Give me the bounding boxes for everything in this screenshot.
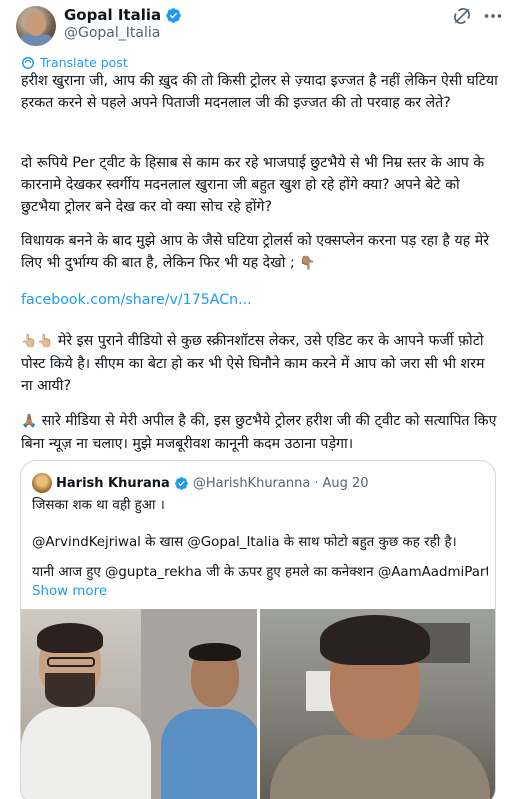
post-paragraph-5-text: मेरे इस पुराने वीडियो से कुछ स्क्रीनशॉटस… [21, 333, 485, 394]
facebook-link[interactable]: facebook.com/share/v/175ACn... [21, 292, 252, 308]
quoted-post-date[interactable]: Aug 20 [322, 476, 368, 491]
post-paragraph-6-text: सारे मीडिया से मेरी अपील है की, इस छुटभै… [21, 413, 497, 452]
translate-label: Translate post [40, 55, 128, 70]
quoted-text-line-2: @ArvindKejriwal के खास @Gopal_Italia के … [32, 535, 457, 550]
post-paragraph-5: 👆🏼👆🏼 मेरे इस पुराने वीडियो से कुछ स्क्री… [21, 330, 499, 397]
quoted-post-header: Harish Khurana @HarishKhuranna · Aug 20 [32, 473, 369, 493]
author-avatar[interactable] [16, 6, 56, 46]
show-more-link[interactable]: Show more [32, 584, 107, 599]
quoted-text-line-1: जिसका शक था वही हुआ । [32, 498, 165, 513]
quoted-photo-left[interactable] [21, 609, 257, 799]
translate-icon [22, 56, 34, 69]
translate-post-link[interactable]: Translate post [21, 55, 128, 70]
author-name-row: Gopal Italia [64, 6, 182, 24]
author-display-name[interactable]: Gopal Italia [64, 6, 161, 24]
verified-badge-icon [166, 7, 181, 23]
post-header: Gopal Italia @Gopal_Italia [0, 0, 517, 48]
pointing-up-emoji: 👆🏼👆🏼 [21, 334, 54, 349]
post-paragraph-2: दो रूपिये Per ट्वीट के हिसाब से काम कर र… [21, 155, 485, 215]
more-icon[interactable] [482, 6, 504, 26]
quoted-post[interactable]: Harish Khurana @HarishKhuranna · Aug 20 … [20, 460, 496, 799]
post-paragraph-3-text: विधायक बनने के बाद मुझे आप के जैसे घटिया… [21, 233, 490, 271]
quoted-photo-right[interactable] [260, 609, 495, 799]
post-paragraph-6: 🙏🏽 सारे मीडिया से मेरी अपील है की, इस छु… [21, 410, 499, 455]
quoted-author-name[interactable]: Harish Khurana [56, 476, 170, 491]
pointing-down-emoji: 👇🏽 [299, 256, 316, 271]
verified-badge-icon [174, 476, 188, 490]
post-paragraph-1: हरीश खुराना जी, आप की ख़ुद की तो किसी ट्… [21, 73, 498, 111]
quoted-author-handle[interactable]: @HarishKhuranna [193, 476, 310, 491]
grok-icon[interactable] [452, 6, 472, 26]
quoted-author-avatar[interactable] [32, 473, 52, 493]
quoted-text-line-3: यानी आज हुए @gupta_rekha जी के ऊपर हुए ह… [32, 565, 488, 580]
post-paragraph-3: विधायक बनने के बाद मुझे आप के जैसे घटिया… [21, 230, 499, 275]
separator-dot: · [314, 475, 319, 491]
folded-hands-emoji: 🙏🏽 [21, 414, 38, 429]
author-handle[interactable]: @Gopal_Italia [64, 25, 160, 41]
